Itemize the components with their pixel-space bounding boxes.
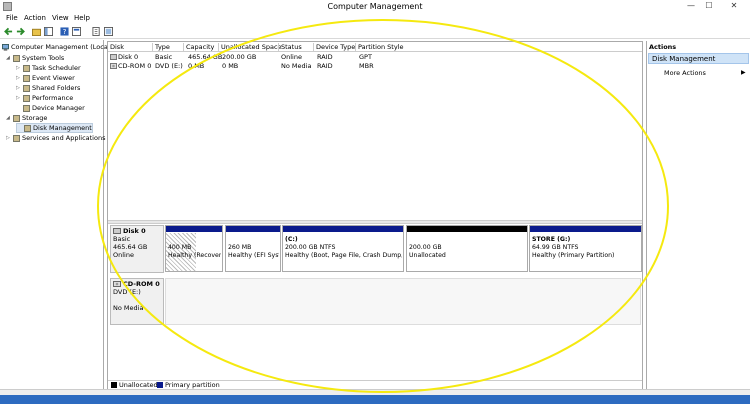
- expander-icon[interactable]: ◢: [6, 55, 11, 61]
- computer-icon: [2, 43, 9, 51]
- tree-item-label: Storage: [22, 114, 48, 122]
- tree-item-label: Task Scheduler: [32, 64, 81, 72]
- properties-icon[interactable]: [72, 27, 81, 36]
- tree-item-label: Shared Folders: [32, 84, 81, 92]
- expander-icon[interactable]: ▷: [16, 65, 21, 71]
- tree-root-label: Computer Management (Local: [11, 43, 110, 51]
- tree-item[interactable]: ▷ Performance: [16, 93, 73, 103]
- help-icon[interactable]: ?: [60, 27, 69, 36]
- window-title: Computer Management: [327, 2, 423, 11]
- tree-item-label: Disk Management: [33, 124, 92, 132]
- minimize-button[interactable]: —: [684, 0, 698, 12]
- show-hide-tree-icon[interactable]: [44, 27, 53, 36]
- storage-icon: [13, 114, 20, 122]
- expander-icon[interactable]: ◢: [6, 115, 11, 121]
- close-button[interactable]: ✕: [720, 0, 748, 12]
- services-icon: [13, 134, 20, 142]
- performance-icon: [23, 94, 30, 102]
- expander-icon[interactable]: ▷: [16, 75, 21, 81]
- tree-item[interactable]: Device Manager: [16, 103, 85, 113]
- tree-item-label: Services and Applications: [22, 134, 106, 142]
- title-bar: Computer Management — ☐ ✕: [0, 0, 750, 13]
- expander-icon[interactable]: ▷: [16, 85, 21, 91]
- clock-icon: [23, 64, 30, 72]
- console-tree: Computer Management (Local ◢ System Tools…: [0, 40, 110, 400]
- expander-icon[interactable]: ▷: [16, 95, 21, 101]
- tools-icon: [13, 54, 20, 62]
- taskbar: [0, 395, 750, 404]
- tree-item[interactable]: ▷ Shared Folders: [16, 83, 80, 93]
- menu-view[interactable]: View: [52, 14, 69, 22]
- tree-item[interactable]: ▷ Event Viewer: [16, 73, 75, 83]
- tree-item[interactable]: ◢ Storage: [6, 113, 47, 123]
- chevron-right-icon: ▶: [741, 69, 746, 76]
- device-manager-icon: [23, 104, 30, 112]
- tree-item-label: Event Viewer: [32, 74, 75, 82]
- tree-item[interactable]: ▷ Task Scheduler: [16, 63, 81, 73]
- tree-item-label: Performance: [32, 94, 74, 102]
- menu-file[interactable]: File: [6, 14, 18, 22]
- forward-arrow-icon[interactable]: [16, 27, 25, 36]
- tree-item[interactable]: Disk Management: [16, 123, 93, 133]
- menu-help[interactable]: Help: [74, 14, 90, 22]
- menu-action[interactable]: Action: [24, 14, 46, 22]
- highlight-ellipse: [97, 19, 669, 393]
- folder-up-icon[interactable]: [32, 27, 41, 36]
- tree-item[interactable]: ◢ System Tools: [6, 53, 64, 63]
- tree-item[interactable]: ▷ Services and Applications: [6, 133, 105, 143]
- disk-icon: [24, 124, 31, 132]
- folder-icon: [23, 84, 30, 92]
- tree-item-root[interactable]: Computer Management (Local: [2, 42, 110, 52]
- tree-item-label: Device Manager: [32, 104, 85, 112]
- expander-icon[interactable]: ▷: [6, 135, 11, 141]
- more-actions-link[interactable]: More Actions: [664, 69, 706, 77]
- svg-text:?: ?: [63, 27, 67, 36]
- event-viewer-icon: [23, 74, 30, 82]
- back-arrow-icon[interactable]: [4, 27, 13, 36]
- maximize-button[interactable]: ☐: [702, 0, 716, 12]
- tree-item-label: System Tools: [22, 54, 65, 62]
